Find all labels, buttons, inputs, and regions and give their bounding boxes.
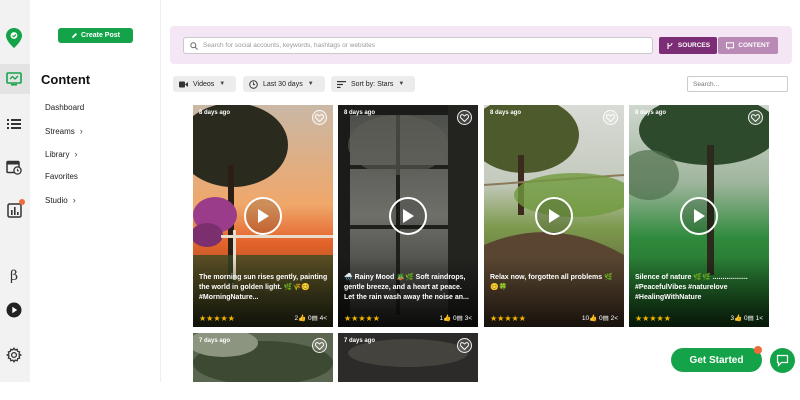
content-button[interactable]: CONTENT (718, 37, 778, 54)
results-search-input[interactable] (687, 76, 788, 92)
nav-item-streams[interactable]: Streams › (45, 126, 83, 136)
post-caption: Silence of nature 🌿🌿 .................. … (635, 274, 748, 301)
beta-icon[interactable]: β (4, 266, 24, 286)
chevron-right-icon: › (79, 126, 83, 136)
post-age: 8 days ago (199, 110, 231, 116)
analytics-icon[interactable] (4, 199, 25, 220)
nav-item-label: Dashboard (45, 103, 85, 112)
favorite-heart-icon[interactable] (457, 110, 472, 125)
gear-icon[interactable] (4, 345, 24, 365)
content-subnav: Create Post Content Dashboard Streams › … (30, 0, 161, 382)
star-rating[interactable]: ★★★★★ (344, 314, 380, 323)
notification-dot (754, 346, 762, 354)
post-caption: Relax now, forgotten all problems 🌿 😊🍀 (490, 274, 613, 291)
post-caption: The morning sun rises gently, painting t… (199, 274, 328, 301)
location-pin-logo-icon[interactable] (4, 28, 24, 48)
nav-item-label: Streams (45, 126, 75, 136)
type-filter-dropdown[interactable]: Videos ▼ (173, 76, 236, 92)
sort-icon (337, 80, 346, 88)
video-card[interactable]: 8 days ago 🌧️ Rainy Mood 🪴🌿 Soft raindro… (338, 105, 478, 327)
search-icon (190, 41, 198, 50)
favorite-heart-icon[interactable] (312, 338, 327, 353)
post-age: 7 days ago (344, 338, 376, 344)
favorite-heart-icon[interactable] (603, 110, 618, 125)
create-post-label: Create Post (81, 32, 120, 39)
page-title: Content (41, 72, 91, 87)
date-range-dropdown[interactable]: Last 30 days ▼ (243, 76, 325, 92)
date-range-label: Last 30 days (263, 80, 303, 88)
content-icon[interactable] (4, 69, 24, 89)
play-icon (258, 209, 269, 223)
star-rating[interactable]: ★★★★★ (490, 314, 526, 323)
play-icon[interactable] (4, 300, 24, 320)
chevron-right-icon: › (74, 149, 78, 159)
list-icon[interactable] (4, 114, 24, 134)
video-card[interactable]: 8 days ago The morning sun rises gently,… (193, 105, 333, 327)
branch-icon (667, 42, 673, 49)
post-age: 8 days ago (490, 110, 522, 116)
caret-down-icon: ▼ (398, 81, 405, 87)
chevron-right-icon: › (72, 195, 76, 205)
video-icon (179, 81, 188, 87)
get-started-button[interactable]: Get Started (671, 348, 762, 372)
engagement-stats: 2👍 0▤ 4< (294, 315, 328, 322)
sort-label: Sort by: Stars (351, 80, 394, 88)
nav-item-dashboard[interactable]: Dashboard (45, 103, 84, 112)
post-age: 7 days ago (199, 338, 231, 344)
video-card[interactable]: 8 days ago Relax now, forgotten all prob… (484, 105, 624, 327)
icon-rail: β (0, 0, 30, 382)
sources-button[interactable]: SOURCES (659, 37, 717, 54)
clock-icon (249, 79, 258, 89)
engagement-stats: 3👍 0▤ 1< (730, 315, 764, 322)
star-rating[interactable]: ★★★★★ (635, 314, 671, 323)
sort-dropdown[interactable]: Sort by: Stars ▼ (331, 76, 415, 92)
star-rating[interactable]: ★★★★★ (199, 314, 235, 323)
chat-icon (776, 354, 789, 367)
play-icon (549, 209, 560, 223)
chat-button[interactable] (770, 348, 795, 373)
favorite-heart-icon[interactable] (457, 338, 472, 353)
play-button[interactable] (244, 197, 282, 235)
caret-down-icon: ▼ (219, 81, 226, 87)
post-age: 8 days ago (344, 110, 376, 116)
message-icon (726, 41, 735, 50)
video-card[interactable]: 8 days ago Silence of nature 🌿🌿 ........… (629, 105, 769, 327)
type-filter-label: Videos (193, 80, 215, 88)
play-button[interactable] (389, 197, 427, 235)
pencil-icon (72, 33, 78, 38)
post-caption: 🌧️ Rainy Mood 🪴🌿 Soft raindrops, gentle … (344, 274, 469, 301)
calendar-icon[interactable] (4, 157, 24, 177)
favorite-heart-icon[interactable] (748, 110, 763, 125)
caret-down-icon: ▼ (307, 81, 314, 87)
notification-dot (19, 199, 25, 205)
nav-item-studio[interactable]: Studio › (45, 195, 76, 205)
play-icon (694, 209, 705, 223)
nav-item-favorites[interactable]: Favorites (45, 172, 78, 181)
sources-label: SOURCES (677, 42, 711, 49)
play-button[interactable] (535, 197, 573, 235)
favorite-heart-icon[interactable] (312, 110, 327, 125)
video-card[interactable]: 7 days ago (338, 333, 478, 382)
create-post-button[interactable]: Create Post (58, 28, 133, 43)
video-card[interactable]: 7 days ago (193, 333, 333, 382)
search-bar-area: SOURCES CONTENT (170, 26, 792, 64)
play-icon (403, 209, 414, 223)
nav-item-label: Studio (45, 195, 68, 205)
get-started-label: Get Started (689, 354, 744, 366)
search-input[interactable] (203, 42, 643, 49)
nav-item-library[interactable]: Library › (45, 149, 77, 159)
search-field[interactable] (183, 37, 653, 54)
play-button[interactable] (680, 197, 718, 235)
content-label: CONTENT (738, 42, 770, 49)
nav-item-label: Library (45, 149, 70, 159)
engagement-stats: 10👍 0▤ 2< (581, 315, 618, 322)
post-age: 8 days ago (635, 110, 667, 116)
nav-item-label: Favorites (45, 172, 78, 181)
engagement-stats: 1👍 0▤ 3< (439, 315, 473, 322)
